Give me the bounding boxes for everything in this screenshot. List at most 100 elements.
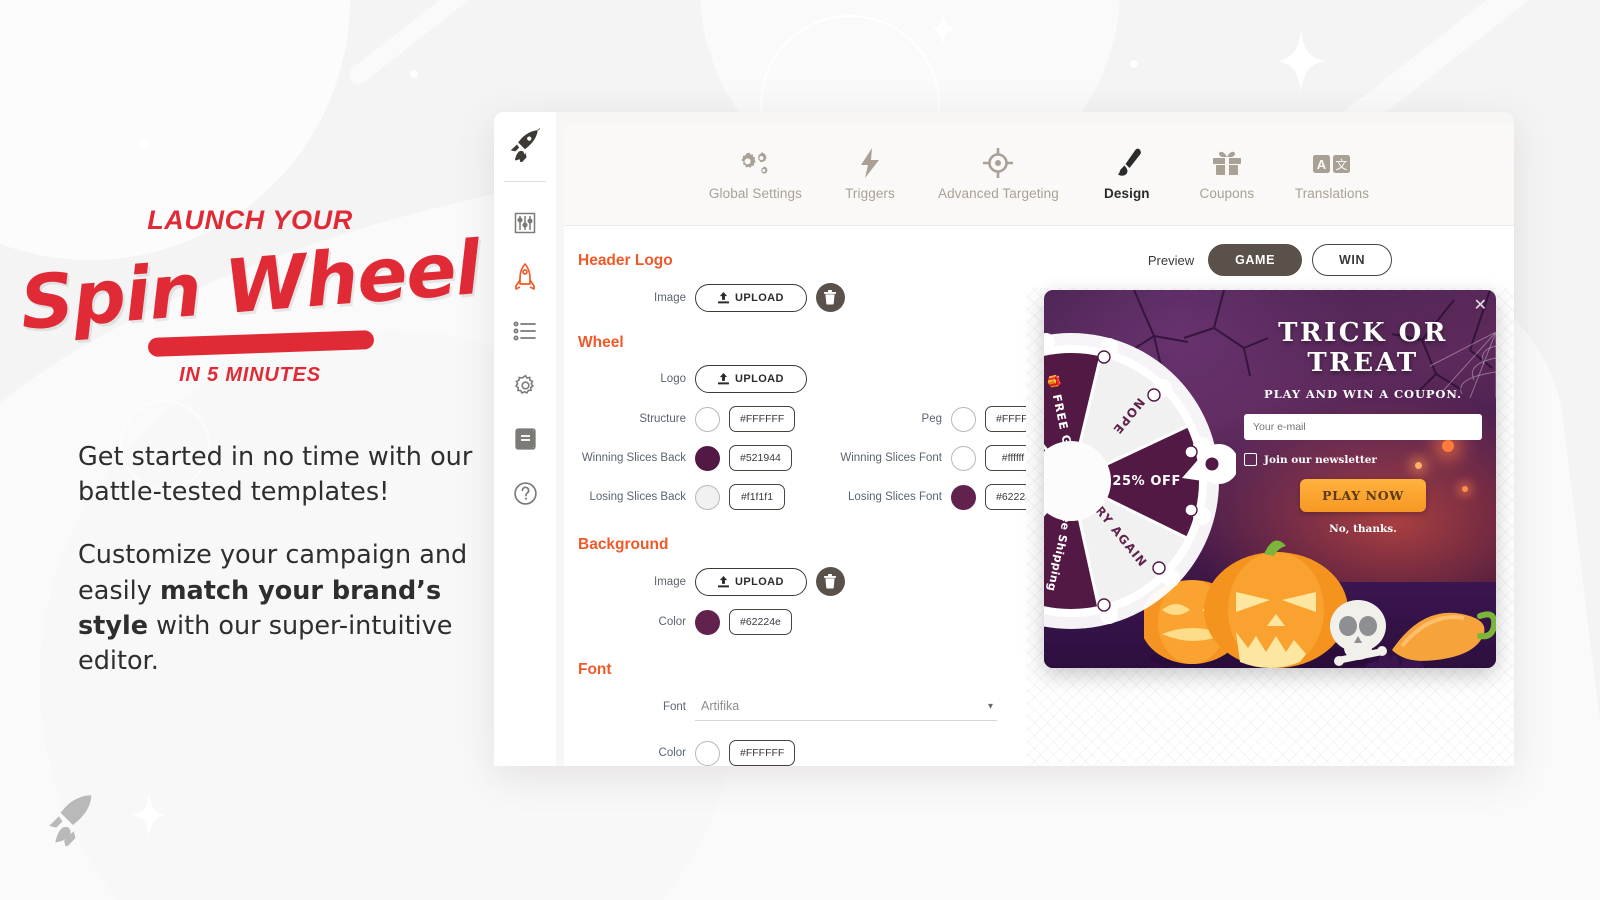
- newsletter-label: Join our newsletter: [1264, 453, 1377, 466]
- field-structure-color: Structure #FFFFFF: [574, 406, 814, 432]
- upload-icon: [718, 575, 729, 587]
- close-icon[interactable]: ✕: [1474, 297, 1487, 313]
- rocket-logo-icon[interactable]: [508, 128, 542, 167]
- svg-text:A: A: [1317, 157, 1327, 172]
- hex-input-font-color[interactable]: #FFFFFF: [729, 740, 796, 766]
- wheel-popup-preview: ✕ 🎁 FREE GIFT NOPE 25% OFF TRY AGAIN 🚚 F…: [1044, 290, 1496, 668]
- field-label: Winning Slices Font: [840, 452, 942, 464]
- sidebar-item-campaigns[interactable]: [503, 196, 547, 250]
- promo-body: Get started in no time with our battle-t…: [78, 440, 478, 679]
- font-select[interactable]: Artifika: [695, 692, 997, 721]
- spin-wheel[interactable]: 🎁 FREE GIFT NOPE 25% OFF TRY AGAIN 🚚 Fre…: [1044, 316, 1236, 646]
- field-label: Peg: [921, 413, 942, 425]
- delete-header-logo-button[interactable]: [815, 283, 845, 312]
- hex-input-structure[interactable]: #FFFFFF: [729, 406, 796, 432]
- sparkle-icon: [132, 793, 166, 837]
- promo-block: LAUNCH YOUR Spin Wheel IN 5 MINUTES: [0, 205, 500, 387]
- sidebar-item-help[interactable]: [503, 466, 547, 520]
- hex-input-peg[interactable]: #FFFFFF: [985, 406, 1026, 432]
- sidebar-divider: [504, 181, 546, 182]
- design-form: Header Logo Image UPLOAD Wheel Logo UPLO…: [564, 226, 1026, 766]
- field-label: Image: [654, 291, 686, 304]
- wheel-slice-label: 25% OFF: [1112, 474, 1181, 489]
- upload-button-wheel-logo[interactable]: UPLOAD: [695, 365, 807, 393]
- color-swatch-losing-font[interactable]: [951, 484, 976, 510]
- tab-design[interactable]: Design: [1077, 148, 1177, 201]
- sidebar-item-settings[interactable]: [503, 358, 547, 412]
- field-wheel-logo: Logo UPLOAD: [574, 365, 1026, 393]
- bg-dot: [1130, 60, 1138, 68]
- preview-tab-game[interactable]: GAME: [1208, 244, 1303, 276]
- sidebar-item-launch[interactable]: [503, 250, 547, 304]
- promo-paragraph-2: Customize your campaign and easily match…: [78, 538, 478, 679]
- newsletter-checkbox[interactable]: [1244, 453, 1257, 466]
- tab-label: Translations: [1294, 186, 1370, 201]
- tab-translations[interactable]: A 文 Translations: [1277, 148, 1387, 201]
- section-title-header-logo: Header Logo: [578, 252, 673, 269]
- page-title: Spin Wheel: [17, 225, 483, 347]
- promo-subtitle: IN 5 MINUTES: [179, 364, 321, 386]
- hex-input-background[interactable]: #62224e: [729, 609, 792, 635]
- field-background-image: Image UPLOAD: [574, 567, 1026, 596]
- field-winning-slices-back: Winning Slices Back #521944: [574, 445, 814, 471]
- upload-button-background[interactable]: UPLOAD: [695, 567, 807, 596]
- field-label: Losing Slices Font: [848, 491, 942, 503]
- app-sidebar: [494, 112, 556, 766]
- translate-icon: A 文: [1312, 148, 1352, 178]
- main-content: Header Logo Image UPLOAD Wheel Logo UPLO…: [564, 226, 1514, 766]
- color-swatch-losing-back[interactable]: [695, 484, 720, 510]
- color-swatch-winning-font[interactable]: [951, 445, 976, 471]
- hex-input-winning-font[interactable]: #ffffff: [985, 445, 1026, 471]
- promo-paragraph-1: Get started in no time with our battle-t…: [78, 442, 473, 508]
- bg-dot: [140, 140, 148, 148]
- tab-advanced-targeting[interactable]: Advanced Targeting: [920, 148, 1077, 201]
- hex-input-losing-back[interactable]: #f1f1f1: [729, 484, 785, 510]
- upload-icon: [718, 291, 729, 303]
- gift-icon: [1211, 148, 1243, 178]
- promo-title-wrap: Spin Wheel: [0, 225, 500, 357]
- field-peg-color: Peg #FFFFFF: [814, 406, 1026, 432]
- sidebar-item-list[interactable]: [503, 304, 547, 358]
- color-swatch-structure[interactable]: [695, 406, 720, 432]
- sidebar-item-docs[interactable]: [503, 412, 547, 466]
- section-title-font: Font: [578, 661, 612, 678]
- lightning-icon: [859, 148, 881, 178]
- tab-global-settings[interactable]: Global Settings: [691, 148, 820, 201]
- delete-background-button[interactable]: [815, 567, 845, 596]
- brush-icon: [1112, 148, 1142, 178]
- section-title-background: Background: [578, 536, 669, 553]
- color-swatch-background[interactable]: [695, 609, 720, 635]
- svg-text:文: 文: [1335, 157, 1347, 172]
- tab-triggers[interactable]: Triggers: [820, 148, 920, 201]
- sparkle-icon: [930, 12, 956, 46]
- color-swatch-peg[interactable]: [951, 406, 976, 432]
- top-navigation: Global Settings Triggers Advanced Target…: [564, 124, 1514, 226]
- field-losing-slices-back: Losing Slices Back #f1f1f1: [574, 484, 814, 510]
- field-label: Logo: [660, 373, 686, 385]
- gears-icon: [738, 148, 772, 178]
- bg-streak: [345, 0, 515, 88]
- decline-link[interactable]: No, thanks.: [1244, 523, 1482, 535]
- hex-input-losing-font[interactable]: #62224e: [985, 484, 1026, 510]
- play-now-button[interactable]: PLAY NOW: [1300, 479, 1426, 512]
- upload-button-header-logo[interactable]: UPLOAD: [695, 283, 807, 312]
- color-swatch-winning-back[interactable]: [695, 445, 720, 471]
- preview-label: Preview: [1147, 252, 1195, 268]
- upload-label: UPLOAD: [735, 575, 784, 588]
- field-label: Image: [654, 575, 686, 588]
- preview-tab-win[interactable]: WIN: [1312, 244, 1393, 276]
- field-font-family: Font Artifika ▾: [574, 692, 1026, 721]
- tab-coupons[interactable]: Coupons: [1177, 148, 1277, 201]
- target-icon: [983, 148, 1014, 178]
- trash-icon: [824, 290, 837, 305]
- field-font-color: Color #FFFFFF: [574, 740, 1026, 766]
- email-field[interactable]: [1244, 414, 1482, 440]
- newsletter-row: Join our newsletter: [1244, 453, 1482, 466]
- tab-label: Coupons: [1199, 186, 1255, 201]
- hex-input-winning-back[interactable]: #521944: [729, 445, 792, 471]
- popup-subtitle: PLAY AND WIN A COUPON.: [1264, 387, 1462, 401]
- color-swatch-font[interactable]: [695, 740, 720, 766]
- preview-toolbar: Preview GAME WIN: [1147, 244, 1393, 276]
- rocket-icon: [44, 790, 100, 851]
- app-body: Global Settings Triggers Advanced Target…: [556, 112, 1514, 766]
